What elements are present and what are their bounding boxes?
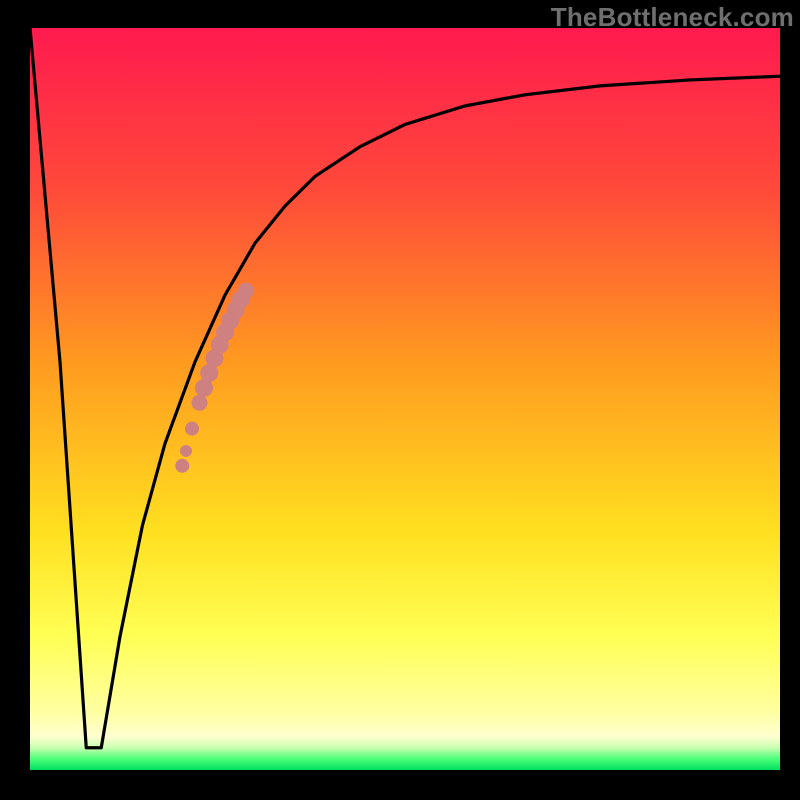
highlight-dot: [238, 283, 254, 299]
highlight-dot: [175, 459, 189, 473]
highlight-dot: [180, 445, 192, 457]
highlight-dot: [185, 422, 199, 436]
watermark-text: TheBottleneck.com: [551, 2, 794, 33]
bottleneck-chart: [0, 0, 800, 800]
highlight-dot: [192, 395, 208, 411]
plot-background: [30, 28, 780, 770]
chart-frame: TheBottleneck.com: [0, 0, 800, 800]
